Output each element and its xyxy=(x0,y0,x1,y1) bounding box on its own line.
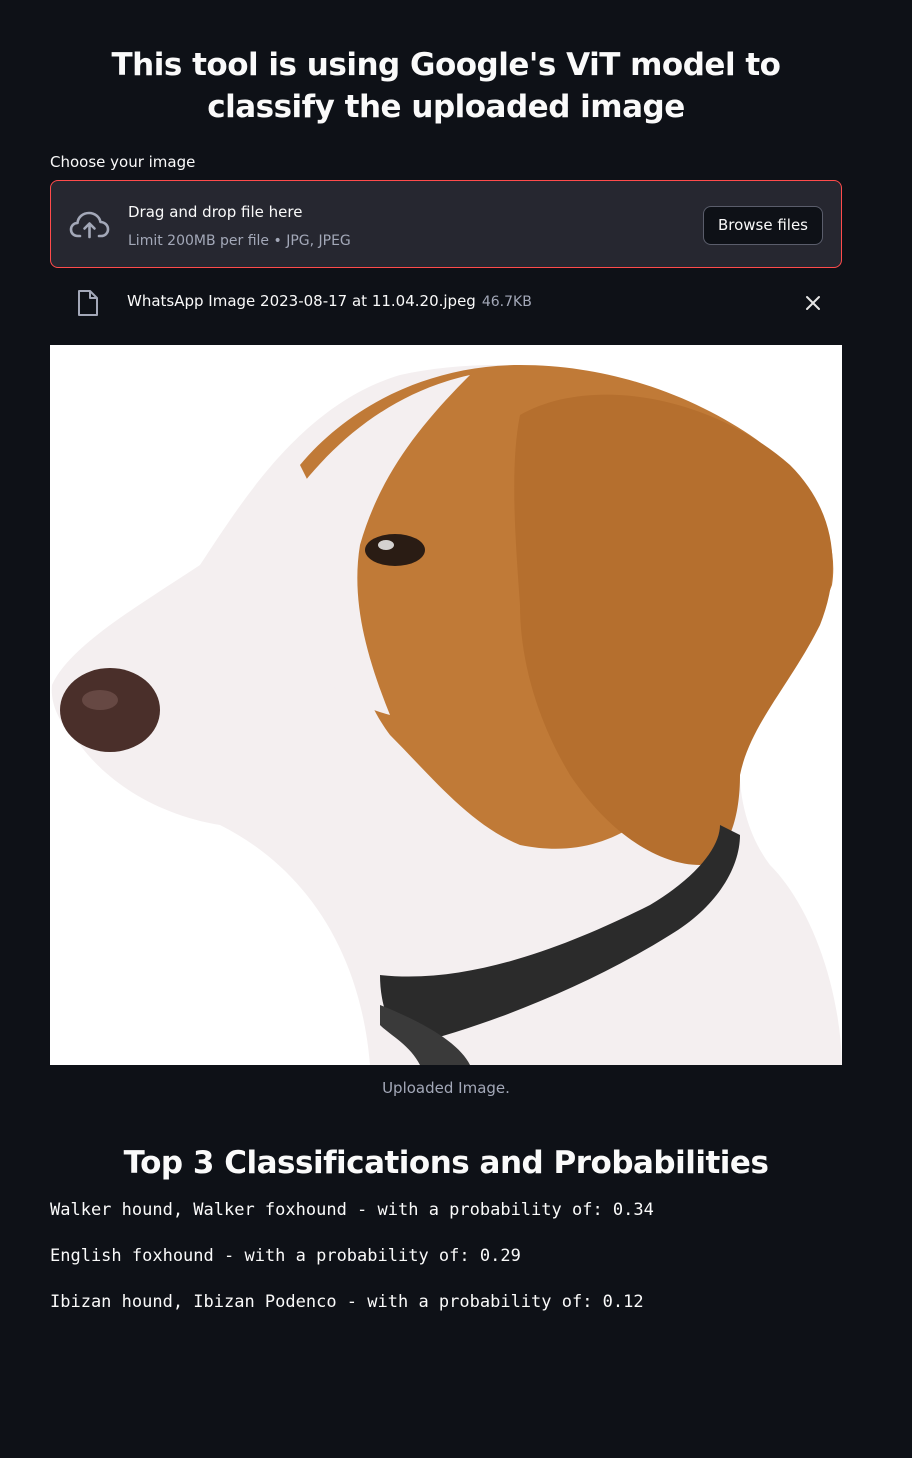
dropzone-title: Drag and drop file here xyxy=(128,203,303,221)
page-title: This tool is using Google's ViT model to… xyxy=(111,47,781,125)
dog-eye xyxy=(365,534,425,566)
result-item: Ibizan hound, Ibizan Podenco - with a pr… xyxy=(50,1292,644,1312)
dog-nose xyxy=(60,668,160,752)
file-name-text: WhatsApp Image 2023-08-17 at 11.04.20.jp… xyxy=(127,292,476,310)
uploaded-file-row: WhatsApp Image 2023-08-17 at 11.04.20.jp… xyxy=(50,268,842,334)
file-size: 46.7KB xyxy=(481,294,532,310)
dropzone-limits: Limit 200MB per file • JPG, JPEG xyxy=(128,233,351,249)
file-icon xyxy=(78,290,98,316)
dropzone-text: Drag and drop file here Limit 200MB per … xyxy=(128,201,351,252)
result-item: English foxhound - with a probability of… xyxy=(50,1246,521,1266)
file-name: WhatsApp Image 2023-08-17 at 11.04.20.jp… xyxy=(127,291,532,312)
close-icon[interactable] xyxy=(804,294,822,312)
image-caption: Uploaded Image. xyxy=(382,1079,510,1097)
results-title: Top 3 Classifications and Probabilities xyxy=(123,1145,769,1181)
browse-files-button[interactable]: Browse files xyxy=(702,206,823,245)
result-item: Walker hound, Walker foxhound - with a p… xyxy=(50,1200,654,1220)
uploader-label: Choose your image xyxy=(50,153,196,171)
uploaded-image xyxy=(50,345,842,1065)
cloud-upload-icon xyxy=(69,211,110,239)
main-container: This tool is using Google's ViT model to… xyxy=(50,0,842,1314)
file-dropzone[interactable]: Drag and drop file here Limit 200MB per … xyxy=(50,180,842,268)
